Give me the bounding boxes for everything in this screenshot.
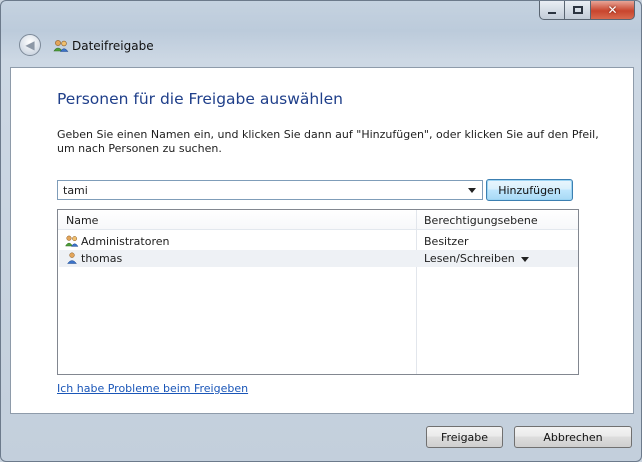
row-name: Administratoren <box>81 235 170 248</box>
sharing-list: Name Berechtigungsebene Administratoren … <box>57 209 579 375</box>
group-icon <box>65 235 79 247</box>
dropdown-arrow-icon[interactable] <box>468 188 476 193</box>
chevron-down-icon[interactable] <box>520 256 529 262</box>
minimize-button[interactable] <box>539 1 565 20</box>
cancel-button[interactable]: Abbrechen <box>514 426 632 448</box>
column-header-permission[interactable]: Berechtigungsebene <box>424 214 538 227</box>
close-icon: ✕ <box>607 3 618 17</box>
list-row-administratoren[interactable]: Administratoren Besitzer <box>59 233 578 250</box>
permission-value: Lesen/Schreiben <box>424 252 515 265</box>
share-users-icon <box>53 40 69 52</box>
window-title: Dateifreigabe <box>72 39 154 53</box>
add-button[interactable]: Hinzufügen <box>486 179 573 201</box>
window-frame: ✕ ◀ Dateifreigabe Personen für die Freig… <box>0 0 642 462</box>
back-button[interactable]: ◀ <box>19 34 41 56</box>
maximize-icon <box>572 6 583 14</box>
share-button[interactable]: Freigabe <box>426 426 503 448</box>
user-icon <box>66 252 78 264</box>
name-input[interactable]: tami <box>63 184 88 197</box>
list-row-thomas[interactable]: thomas Lesen/Schreiben <box>59 250 578 267</box>
help-link[interactable]: Ich habe Probleme beim Freigeben <box>57 382 248 395</box>
dialog-content: Personen für die Freigabe auswählen Gebe… <box>10 67 634 414</box>
list-header: Name Berechtigungsebene <box>58 210 578 230</box>
column-header-name[interactable]: Name <box>66 214 98 227</box>
name-combobox[interactable]: tami <box>57 180 483 200</box>
row-permission: Besitzer <box>424 235 469 248</box>
close-button[interactable]: ✕ <box>591 1 635 20</box>
maximize-button[interactable] <box>565 1 591 20</box>
back-arrow-icon: ◀ <box>25 38 35 52</box>
page-title: Personen für die Freigabe auswählen <box>57 90 343 108</box>
row-name: thomas <box>81 252 123 265</box>
minimize-icon <box>548 12 556 14</box>
caption-buttons: ✕ <box>539 1 635 20</box>
instruction-text: Geben Sie einen Namen ein, und klicken S… <box>57 128 599 155</box>
permission-dropdown[interactable]: Lesen/Schreiben <box>424 252 529 265</box>
